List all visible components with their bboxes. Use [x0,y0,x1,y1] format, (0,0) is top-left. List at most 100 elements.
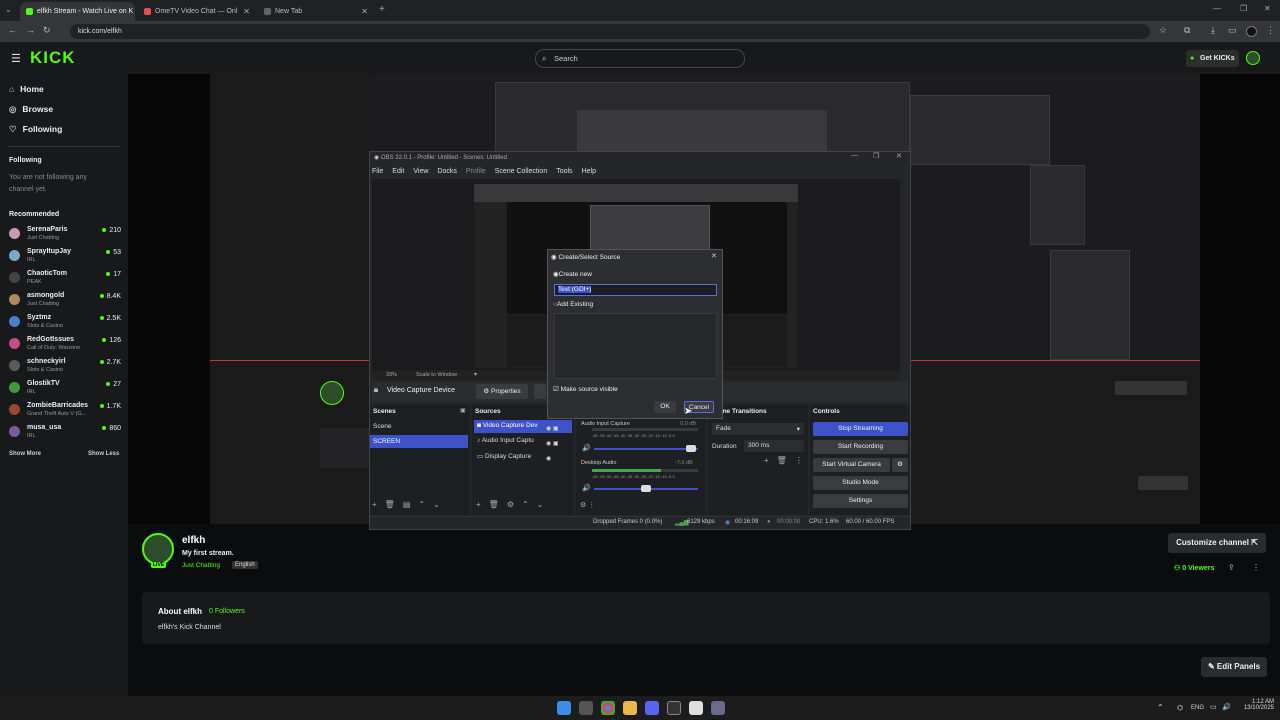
speaker-icon[interactable]: 🔊 [582,484,591,492]
download-icon[interactable]: ⤓ [1211,25,1215,36]
browser-menu-icon[interactable]: ⋮ [1266,25,1275,36]
trash-icon[interactable]: 🗑 [777,456,787,465]
scale-mode[interactable]: Scale to Window [416,372,457,378]
recommended-channel[interactable]: ZombieBarricades Grand Theft Auto V (G...… [9,402,121,422]
move-up-icon[interactable]: ⌃ [418,500,425,509]
language-tag[interactable]: English [232,561,258,569]
add-icon[interactable]: + [372,500,377,509]
show-more-link[interactable]: Show More [9,451,41,457]
menu-help[interactable]: Help [582,168,596,175]
reload-icon[interactable]: ↻ [43,25,51,36]
gear-icon[interactable]: ⚙ [507,500,514,509]
duration-field[interactable]: 300 ms [744,440,804,452]
clock[interactable]: 1:12 AM 13/10/2025 [1240,699,1274,711]
close-icon[interactable]: ✕ [361,7,368,16]
share-icon[interactable]: ⇪ [1228,563,1235,572]
url-field[interactable]: kick.com/elfkh [70,24,1150,39]
menu-view[interactable]: View [413,168,428,175]
sidebar-item-home[interactable]: ⌂ Home [9,84,44,94]
network-icon[interactable]: ▭ [1210,703,1217,711]
search-input[interactable]: ⌕ Search [535,49,745,68]
tab-kick[interactable]: elfkh Stream - Watch Live on K ✕ [20,2,135,21]
menu-profile[interactable]: Profile [466,168,486,175]
tab-list-icon[interactable]: ⌄ [5,5,12,14]
get-kicks-button[interactable]: ● Get KICKs [1186,50,1239,67]
volume-slider[interactable] [594,448,698,450]
stop-streaming-button[interactable]: Stop Streaming [813,422,908,436]
bookmark-star-icon[interactable]: ☆ [1159,25,1167,36]
trash-icon[interactable]: 🗑 [385,500,395,509]
filter-icon[interactable]: ▤ [403,500,411,509]
start-virtual-camera-button[interactable]: Start Virtual Camera [813,458,890,472]
menu-file[interactable]: File [372,168,383,175]
chevron-down-icon[interactable]: ▾ [474,371,477,378]
obs-maximize-icon[interactable]: ❐ [873,152,879,160]
zoom-level[interactable]: 33% [386,372,397,378]
volume-handle[interactable] [641,485,651,492]
speaker-icon[interactable]: 🔊 [582,444,591,452]
task-view-icon[interactable] [579,701,593,715]
make-visible-checkbox[interactable]: ☑ Make source visible [553,385,618,393]
move-down-icon[interactable]: ⌄ [433,500,440,509]
edit-panels-button[interactable]: ✎ Edit Panels [1201,657,1267,677]
trash-icon[interactable]: 🗑 [489,500,499,509]
studio-mode-button[interactable]: Studio Mode [813,476,908,490]
minimize-icon[interactable]: — [1213,4,1221,13]
recommended-channel[interactable]: RedGotIssues Call of Duty: Warzone 126 [9,336,121,356]
volume-handle[interactable] [686,445,696,452]
discord-icon[interactable] [645,701,659,715]
create-new-radio[interactable]: ◉Create new [553,270,592,278]
add-icon[interactable]: + [476,500,481,509]
chrome-icon[interactable] [601,701,615,715]
forward-icon[interactable]: → [26,25,35,35]
profile-avatar[interactable] [1246,26,1257,37]
extensions-icon[interactable]: ⧉ [1184,25,1190,36]
add-existing-radio[interactable]: ○Add Existing [553,301,593,308]
customize-channel-button[interactable]: Customize channel ⇱ [1168,533,1266,553]
recommended-channel[interactable]: Syztmz Slots & Casino 2.5K [9,314,121,334]
recommended-channel[interactable]: musa_usa IRL 860 [9,424,121,444]
user-avatar[interactable] [1246,51,1260,65]
more-options-icon[interactable]: ⋮ [1252,563,1260,572]
scene-item[interactable]: Scene [370,420,468,433]
menu-tools[interactable]: Tools [556,168,572,175]
obs-close-icon[interactable]: ✕ [896,152,902,160]
eye-icon[interactable]: ◉ ▣ [546,437,559,452]
tray-chevron-icon[interactable]: ⌃ [1157,703,1164,712]
source-name-input[interactable]: Text (GDI+) [554,284,717,296]
app-icon[interactable] [711,701,725,715]
ok-button[interactable]: OK [654,401,676,413]
close-window-icon[interactable]: ✕ [1264,4,1271,13]
properties-button[interactable]: ⚙ Properties [476,384,528,399]
windows-start-icon[interactable] [557,701,571,715]
source-item[interactable]: ▭ Display Capture [477,452,531,460]
recommended-channel[interactable]: SprayItupJay IRL 53 [9,248,121,268]
copilot-icon[interactable]: ⌬ [1177,704,1183,712]
dock-undock-icon[interactable]: ▣ [460,407,466,414]
tab-new[interactable]: New Tab ✕ [258,2,374,21]
show-less-link[interactable]: Show Less [88,451,119,457]
close-icon[interactable]: ✕ [243,7,250,16]
filters-button[interactable] [534,384,546,399]
steam-icon[interactable] [689,701,703,715]
menu-edit[interactable]: Edit [392,168,404,175]
maximize-icon[interactable]: ❐ [1240,4,1247,13]
new-tab-plus-icon[interactable]: + [379,4,385,15]
more-icon[interactable]: ⋮ [795,456,803,465]
tab-ometv[interactable]: OmeTV Video Chat — Onl ✕ [138,2,256,21]
obs-minimize-icon[interactable]: — [851,152,858,159]
menu-scene-collection[interactable]: Scene Collection [495,168,548,175]
dialog-close-icon[interactable]: ✕ [711,252,717,260]
existing-sources-list[interactable] [554,313,717,379]
category-link[interactable]: Just Chatting [182,562,220,569]
add-icon[interactable]: + [764,456,769,465]
file-explorer-icon[interactable] [623,701,637,715]
volume-icon[interactable]: 🔊 [1222,703,1231,711]
start-recording-button[interactable]: Start Recording [813,440,908,454]
sidebar-item-following[interactable]: ♡ Following [9,124,62,135]
kick-logo[interactable]: KICK [30,48,76,68]
source-item[interactable]: ♪ Audio Input Captu [477,437,534,444]
language-indicator[interactable]: ENG [1191,705,1204,711]
hamburger-menu-icon[interactable]: ☰ [11,52,21,65]
channel-avatar[interactable] [142,533,174,565]
